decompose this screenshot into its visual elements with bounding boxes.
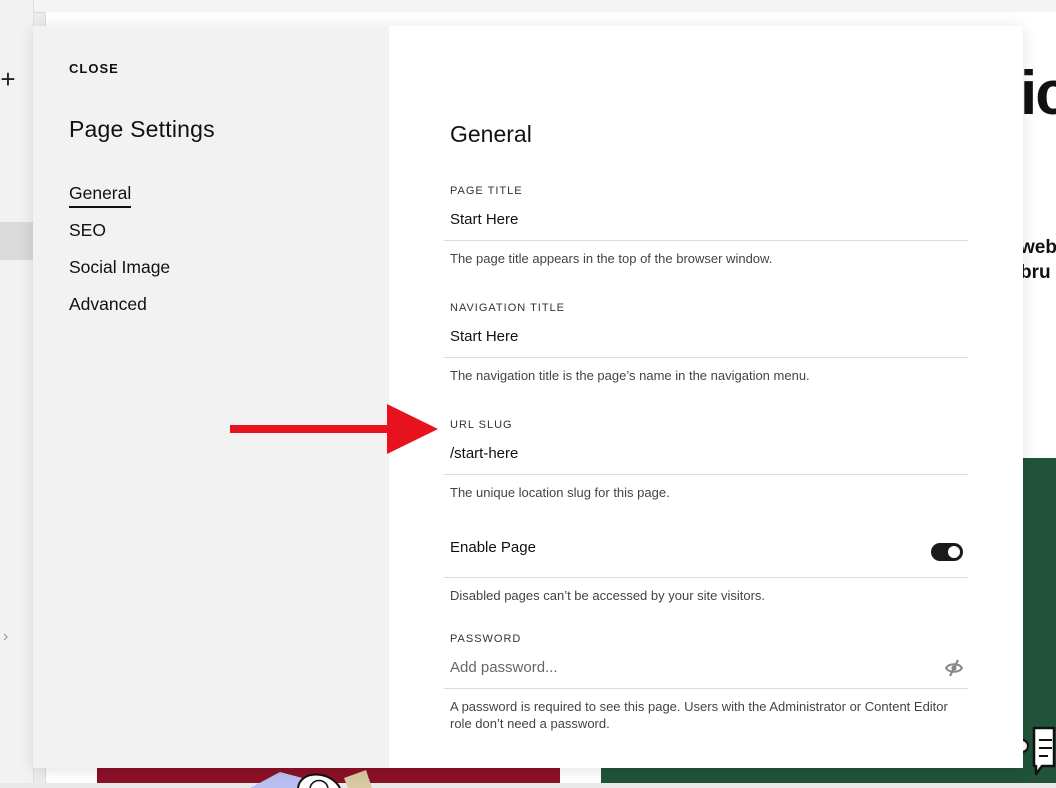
settings-sidebar: CLOSE Page Settings General SEO Social I… xyxy=(33,26,389,768)
url-slug-label: URL SLUG xyxy=(450,419,513,431)
settings-nav: General SEO Social Image Advanced xyxy=(69,182,170,330)
page-title-input-row xyxy=(444,199,968,241)
add-icon[interactable]: + xyxy=(0,64,16,94)
navigation-title-input[interactable] xyxy=(450,328,930,345)
close-button[interactable]: CLOSE xyxy=(69,61,119,76)
chevron-right-icon[interactable]: › xyxy=(3,628,8,646)
sidebar-item-label: General xyxy=(69,182,132,208)
sidebar-item-seo[interactable]: SEO xyxy=(69,219,170,256)
sidebar-title: Page Settings xyxy=(69,116,215,142)
sidebar-item-advanced[interactable]: Advanced xyxy=(69,293,170,330)
page-settings-modal: CLOSE Page Settings General SEO Social I… xyxy=(33,26,1023,768)
navigation-title-input-row xyxy=(444,316,968,358)
annotation-arrow-icon xyxy=(230,404,438,454)
canvas-body-text: web bru xyxy=(1020,235,1056,285)
sidebar-item-social-image[interactable]: Social Image xyxy=(69,256,170,293)
enable-page-toggle[interactable] xyxy=(931,543,963,561)
navigation-title-label: NAVIGATION TITLE xyxy=(450,302,566,314)
password-input-row xyxy=(444,647,968,689)
page-title-label: PAGE TITLE xyxy=(450,185,523,197)
editor-left-rail xyxy=(0,0,34,783)
enable-page-row: Enable Page xyxy=(444,526,968,578)
page-title-input[interactable] xyxy=(450,211,930,228)
settings-content: General PAGE TITLE The page title appear… xyxy=(389,26,1023,768)
password-input[interactable] xyxy=(450,659,930,676)
canvas-body-line-2: bru xyxy=(1020,262,1051,283)
sidebar-item-label: Advanced xyxy=(69,294,147,314)
password-field: PASSWORD A password is required to see t… xyxy=(444,633,968,732)
enable-page-label: Enable Page xyxy=(450,539,536,556)
eye-slash-icon[interactable] xyxy=(944,658,964,678)
navigation-title-help: The navigation title is the page’s name … xyxy=(450,368,810,383)
enable-page-help: Disabled pages can’t be accessed by your… xyxy=(450,588,766,603)
password-help: A password is required to see this page.… xyxy=(450,699,948,731)
sidebar-item-label: SEO xyxy=(69,220,106,240)
section-title: General xyxy=(450,121,532,147)
url-slug-input-row xyxy=(444,433,968,475)
url-slug-field: URL SLUG The unique location slug for th… xyxy=(444,419,968,501)
url-slug-help: The unique location slug for this page. xyxy=(450,485,670,500)
toggle-knob xyxy=(948,546,960,558)
password-label: PASSWORD xyxy=(450,633,522,645)
editor-left-selected-band xyxy=(0,222,33,260)
page-title-help: The page title appears in the top of the… xyxy=(450,251,773,266)
sidebar-item-label: Social Image xyxy=(69,257,171,277)
page-title-field: PAGE TITLE The page title appears in the… xyxy=(444,185,968,267)
navigation-title-field: NAVIGATION TITLE The navigation title is… xyxy=(444,302,968,384)
enable-page-field: Enable Page Disabled pages can’t be acce… xyxy=(444,526,968,604)
canvas-heading-text: ic xyxy=(1020,59,1056,128)
url-slug-input[interactable] xyxy=(450,445,930,462)
sidebar-item-general[interactable]: General xyxy=(69,182,170,219)
canvas-body-line-1: web xyxy=(1020,237,1056,258)
